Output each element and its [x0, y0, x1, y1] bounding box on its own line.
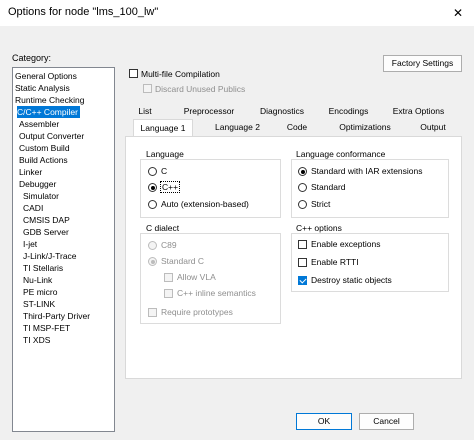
conformance-group-title: Language conformance — [294, 149, 388, 159]
c-dialect-c89-label: C89 — [161, 240, 177, 250]
category-label: Category: — [12, 53, 52, 63]
enable-rtti-label: Enable RTTI — [311, 257, 359, 267]
conformance-standard-iar-radio[interactable] — [298, 167, 307, 176]
discard-unused-publics-label: Discard Unused Publics — [155, 84, 246, 94]
tab-code[interactable]: Code — [285, 122, 309, 132]
multifile-compilation-label: Multi-file Compilation — [141, 69, 220, 79]
category-item-general-options[interactable]: General Options — [15, 70, 77, 82]
destroy-static-objects-label: Destroy static objects — [311, 275, 392, 285]
c-dialect-standard-c-radio[interactable] — [148, 257, 157, 266]
multifile-compilation-checkbox[interactable] — [129, 69, 138, 78]
require-prototypes-checkbox[interactable] — [148, 308, 157, 317]
category-item-cpp-compiler[interactable]: C/C++ Compiler — [17, 106, 80, 118]
title-bar: Options for node "lms_100_lw" ✕ — [0, 0, 474, 26]
category-item-gdb-server[interactable]: GDB Server — [23, 226, 69, 238]
category-item-output-converter[interactable]: Output Converter — [19, 130, 84, 142]
category-item-cmsis-dap[interactable]: CMSIS DAP — [23, 214, 70, 226]
language-c-label: C — [161, 166, 168, 176]
cpp-options-group-title: C++ options — [294, 223, 344, 233]
category-item-debugger[interactable]: Debugger — [19, 178, 56, 190]
category-item-build-actions[interactable]: Build Actions — [19, 154, 68, 166]
tab-panel-language-1: Language C C++ Auto (extension-based) La… — [125, 136, 462, 379]
category-list[interactable]: General Options Static Analysis Runtime … — [12, 67, 115, 432]
tab-extra-options[interactable]: Extra Options — [390, 106, 447, 116]
category-item-ti-msp-fet[interactable]: TI MSP-FET — [23, 322, 70, 334]
window-title: Options for node "lms_100_lw" — [8, 6, 159, 18]
tab-preprocessor[interactable]: Preprocessor — [181, 106, 237, 116]
c-dialect-standard-c-label: Standard C — [161, 256, 204, 266]
tab-list[interactable]: List — [136, 106, 154, 116]
conformance-standard-radio[interactable] — [298, 183, 307, 192]
factory-settings-button[interactable]: Factory Settings — [383, 55, 462, 72]
category-item-simulator[interactable]: Simulator — [23, 190, 59, 202]
language-auto-label: Auto (extension-based) — [161, 199, 249, 209]
enable-rtti-checkbox[interactable] — [298, 258, 307, 267]
category-item-assembler[interactable]: Assembler — [19, 118, 59, 130]
category-item-custom-build[interactable]: Custom Build — [19, 142, 70, 154]
language-group-title: Language — [144, 149, 186, 159]
allow-vla-checkbox[interactable] — [164, 273, 173, 282]
tab-diagnostics[interactable]: Diagnostics — [257, 106, 307, 116]
ok-button[interactable]: OK — [296, 413, 352, 430]
enable-exceptions-checkbox[interactable] — [298, 240, 307, 249]
language-c-radio[interactable] — [148, 167, 157, 176]
category-item-pe-micro[interactable]: PE micro — [23, 286, 57, 298]
discard-unused-publics-checkbox[interactable] — [143, 84, 152, 93]
close-icon[interactable]: ✕ — [448, 3, 468, 23]
enable-exceptions-label: Enable exceptions — [311, 239, 381, 249]
category-item-runtime-checking[interactable]: Runtime Checking — [15, 94, 84, 106]
language-cpp-radio[interactable] — [148, 183, 157, 192]
category-item-cadi[interactable]: CADI — [23, 202, 43, 214]
cpp-inline-semantics-checkbox[interactable] — [164, 289, 173, 298]
category-item-static-analysis[interactable]: Static Analysis — [15, 82, 70, 94]
allow-vla-label: Allow VLA — [177, 272, 216, 282]
category-item-ti-xds[interactable]: TI XDS — [23, 334, 50, 346]
tab-encodings[interactable]: Encodings — [326, 106, 371, 116]
destroy-static-objects-checkbox[interactable] — [298, 276, 307, 285]
tab-output[interactable]: Output — [417, 122, 449, 132]
require-prototypes-label: Require prototypes — [161, 307, 233, 317]
cpp-inline-semantics-label: C++ inline semantics — [177, 288, 256, 298]
cancel-button[interactable]: Cancel — [359, 413, 414, 430]
category-item-st-link[interactable]: ST-LINK — [23, 298, 55, 310]
language-cpp-label: C++ — [160, 181, 181, 193]
conformance-strict-label: Strict — [311, 199, 331, 209]
tab-optimizations[interactable]: Optimizations — [335, 122, 395, 132]
conformance-standard-iar-label: Standard with IAR extensions — [311, 166, 423, 176]
conformance-strict-radio[interactable] — [298, 200, 307, 209]
category-item-ti-stellaris[interactable]: TI Stellaris — [23, 262, 63, 274]
language-auto-radio[interactable] — [148, 200, 157, 209]
tab-language-1[interactable]: Language 1 — [133, 119, 193, 137]
c-dialect-c89-radio[interactable] — [148, 241, 157, 250]
category-item-nu-link[interactable]: Nu-Link — [23, 274, 52, 286]
conformance-standard-label: Standard — [311, 182, 346, 192]
c-dialect-group-title: C dialect — [144, 223, 182, 233]
tab-language-2[interactable]: Language 2 — [212, 122, 263, 132]
category-item-j-link[interactable]: J-Link/J-Trace — [23, 250, 77, 262]
category-item-third-party-driver[interactable]: Third-Party Driver — [23, 310, 90, 322]
category-item-linker[interactable]: Linker — [19, 166, 42, 178]
category-item-i-jet[interactable]: I-jet — [23, 238, 37, 250]
